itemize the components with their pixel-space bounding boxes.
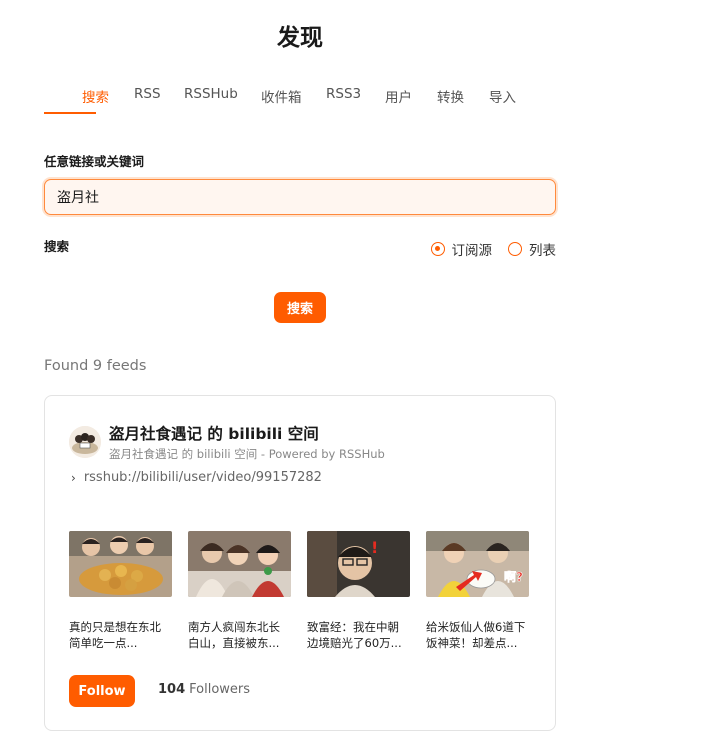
feed-url: rsshub://bilibili/user/video/99157282 — [83, 470, 322, 485]
tab-rsshub[interactable]: RSSHub — [184, 86, 238, 102]
entry-preview[interactable]: 南方人疯闯东北长白山，直接被东... — [188, 531, 291, 651]
entry-title: 南方人疯闯东北长白山，直接被东... — [188, 620, 280, 650]
entry-preview[interactable]: 啊? 给米饭仙人做6道下饭神菜！却差点... — [426, 531, 529, 651]
radio-unchecked-icon — [508, 242, 522, 256]
entry-thumbnail — [69, 531, 172, 597]
tab-import[interactable]: 导入 — [489, 86, 516, 106]
radio-checked-icon — [430, 242, 445, 256]
entry-title: 给米饭仙人做6道下饭神菜！却差点... — [426, 620, 526, 650]
tab-users[interactable]: 用户 — [385, 86, 412, 106]
tab-convert[interactable]: 转换 — [437, 86, 464, 106]
feed-subtitle: 盗月社食遇记 的 bilibili 空间 - Powered by RSSHub — [109, 447, 385, 461]
results-summary: Found 9 feeds — [44, 358, 147, 374]
entry-preview-list: 真的只是想在东北简单吃一点... 南方人疯闯东北长白山，直接被东... ! 致富… — [69, 531, 529, 651]
entry-title: 致富经：我在中朝边境赔光了60万... — [307, 620, 402, 650]
entry-title: 真的只是想在东北简单吃一点... — [69, 620, 161, 650]
feed-avatar — [69, 426, 101, 458]
radio-feeds[interactable]: 订阅源 — [430, 239, 493, 259]
entry-preview[interactable]: 真的只是想在东北简单吃一点... — [69, 531, 172, 651]
tab-bar: 搜索 RSS RSSHub 收件箱 RSS3 用户 转换 导入 — [44, 86, 556, 116]
radio-lists-label: 列表 — [529, 243, 556, 259]
follow-button[interactable]: Follow — [69, 675, 135, 707]
tab-inbox[interactable]: 收件箱 — [261, 86, 302, 106]
feed-url-row[interactable]: › rsshub://bilibili/user/video/99157282 — [71, 470, 322, 485]
feed-card[interactable]: 盗月社食遇记 的 bilibili 空间 盗月社食遇记 的 bilibili 空… — [44, 395, 556, 731]
followers-label: Followers — [189, 682, 251, 697]
keyword-input[interactable] — [44, 179, 556, 215]
keyword-label: 任意链接或关键词 — [44, 154, 145, 169]
entry-thumbnail — [188, 531, 291, 597]
svg-text:!: ! — [371, 538, 378, 557]
followers-number: 104 — [158, 682, 186, 697]
feed-title[interactable]: 盗月社食遇记 的 bilibili 空间 — [109, 422, 319, 444]
svg-text:啊?: 啊? — [504, 569, 523, 584]
tab-search[interactable]: 搜索 — [82, 86, 109, 106]
entry-thumbnail: ! — [307, 531, 410, 597]
search-mode-options: 订阅源 列表 — [430, 239, 556, 259]
followers-count: 104 Followers — [158, 682, 250, 697]
radio-feeds-label: 订阅源 — [451, 243, 493, 259]
entry-thumbnail: 啊? — [426, 531, 529, 597]
page-title: 发现 — [277, 25, 323, 51]
search-button[interactable]: 搜索 — [274, 292, 326, 323]
tab-rss3[interactable]: RSS3 — [326, 86, 361, 102]
search-mode-label: 搜索 — [44, 239, 70, 254]
entry-preview[interactable]: ! 致富经：我在中朝边境赔光了60万... — [307, 531, 410, 651]
active-tab-indicator — [44, 112, 96, 114]
tab-rss[interactable]: RSS — [134, 86, 161, 102]
chevron-right-icon: › — [71, 470, 76, 485]
radio-lists[interactable]: 列表 — [508, 239, 556, 259]
